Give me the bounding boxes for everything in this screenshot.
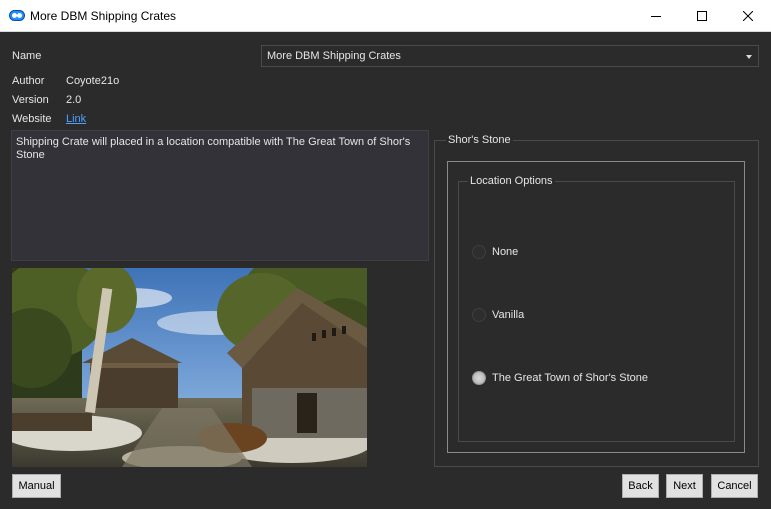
location-options-title: Location Options (468, 175, 555, 187)
preview-image (12, 268, 367, 467)
author-label: Author (12, 75, 45, 87)
radio-button-selected-icon (472, 371, 486, 385)
app-logo-icon (9, 10, 25, 21)
step-group-title: Shor's Stone (446, 134, 513, 146)
close-button[interactable] (725, 0, 771, 32)
back-button[interactable]: Back (622, 474, 659, 498)
maximize-button[interactable] (679, 0, 725, 32)
cancel-button[interactable]: Cancel (711, 474, 758, 498)
description-box: Shipping Crate will placed in a location… (11, 130, 429, 261)
name-dropdown[interactable]: More DBM Shipping Crates (261, 45, 759, 67)
village-scene-illustration (12, 268, 367, 467)
minimize-button[interactable] (633, 0, 679, 32)
radio-label: The Great Town of Shor's Stone (492, 372, 648, 384)
title-bar: More DBM Shipping Crates (0, 0, 771, 32)
version-value: 2.0 (66, 94, 82, 106)
installer-panel: Name More DBM Shipping Crates Author Coy… (0, 33, 771, 509)
radio-label: None (492, 246, 519, 258)
version-label: Version (12, 94, 49, 106)
website-label: Website (12, 113, 52, 125)
radio-button-icon (472, 245, 486, 259)
website-link[interactable]: Link (66, 113, 86, 125)
manual-button[interactable]: Manual (12, 474, 61, 498)
name-label: Name (12, 50, 42, 62)
radio-button-icon (472, 308, 486, 322)
radio-option-great-town-shors-stone[interactable]: The Great Town of Shor's Stone (472, 371, 672, 387)
author-value: Coyote21o (66, 75, 120, 87)
next-button[interactable]: Next (666, 474, 703, 498)
chevron-down-icon (746, 55, 752, 59)
name-dropdown-value: More DBM Shipping Crates (267, 50, 401, 62)
minimize-icon (651, 16, 661, 17)
window-title: More DBM Shipping Crates (30, 9, 177, 23)
radio-option-vanilla[interactable]: Vanilla (472, 308, 672, 324)
radio-label: Vanilla (492, 309, 525, 321)
maximize-icon (697, 11, 707, 21)
radio-option-none[interactable]: None (472, 245, 672, 261)
close-icon (743, 11, 753, 21)
